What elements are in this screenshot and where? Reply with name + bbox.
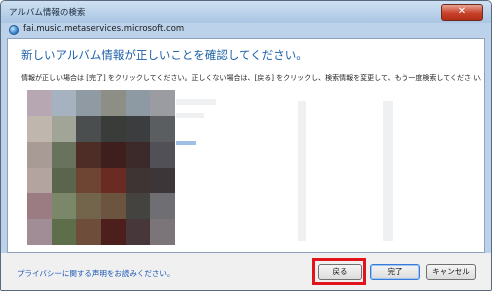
cancel-button[interactable]: キャンセル (426, 264, 476, 280)
title-bar[interactable]: アルバム情報の検索 ✕ (1, 1, 491, 23)
page-heading: 新しいアルバム情報が正しいことを確認してください。 (21, 48, 308, 62)
album-art-image (27, 90, 175, 245)
instructions-text: 情報が正しい場合は [完了] をクリックしてください。正しくない場合は、[戻る]… (21, 74, 481, 82)
blurred-album-text (176, 99, 216, 105)
dialog-footer: プライバシーに関する声明をお読みください。 戻る 完了 キャンセル (1, 253, 491, 290)
blurred-track-list (383, 101, 393, 241)
album-info-dialog: アルバム情報の検索 ✕ fai.music.metaservices.micro… (0, 0, 492, 291)
content-panel: 新しいアルバム情報が正しいことを確認してください。 情報が正しい場合は [完了]… (7, 38, 485, 253)
blurred-album-text (176, 113, 204, 118)
window-title: アルバム情報の検索 (9, 8, 86, 18)
finish-button[interactable]: 完了 (370, 264, 420, 280)
globe-icon (9, 25, 19, 35)
privacy-statement-link[interactable]: プライバシーに関する声明をお読みください。 (17, 268, 174, 279)
close-button[interactable]: ✕ (441, 4, 483, 21)
address-bar: fai.music.metaservices.microsoft.com (7, 23, 485, 38)
blurred-track-list (298, 101, 306, 241)
page-url: fai.music.metaservices.microsoft.com (23, 24, 185, 34)
blurred-link[interactable] (176, 141, 196, 145)
back-button[interactable]: 戻る (318, 264, 362, 280)
close-icon: ✕ (457, 6, 467, 17)
